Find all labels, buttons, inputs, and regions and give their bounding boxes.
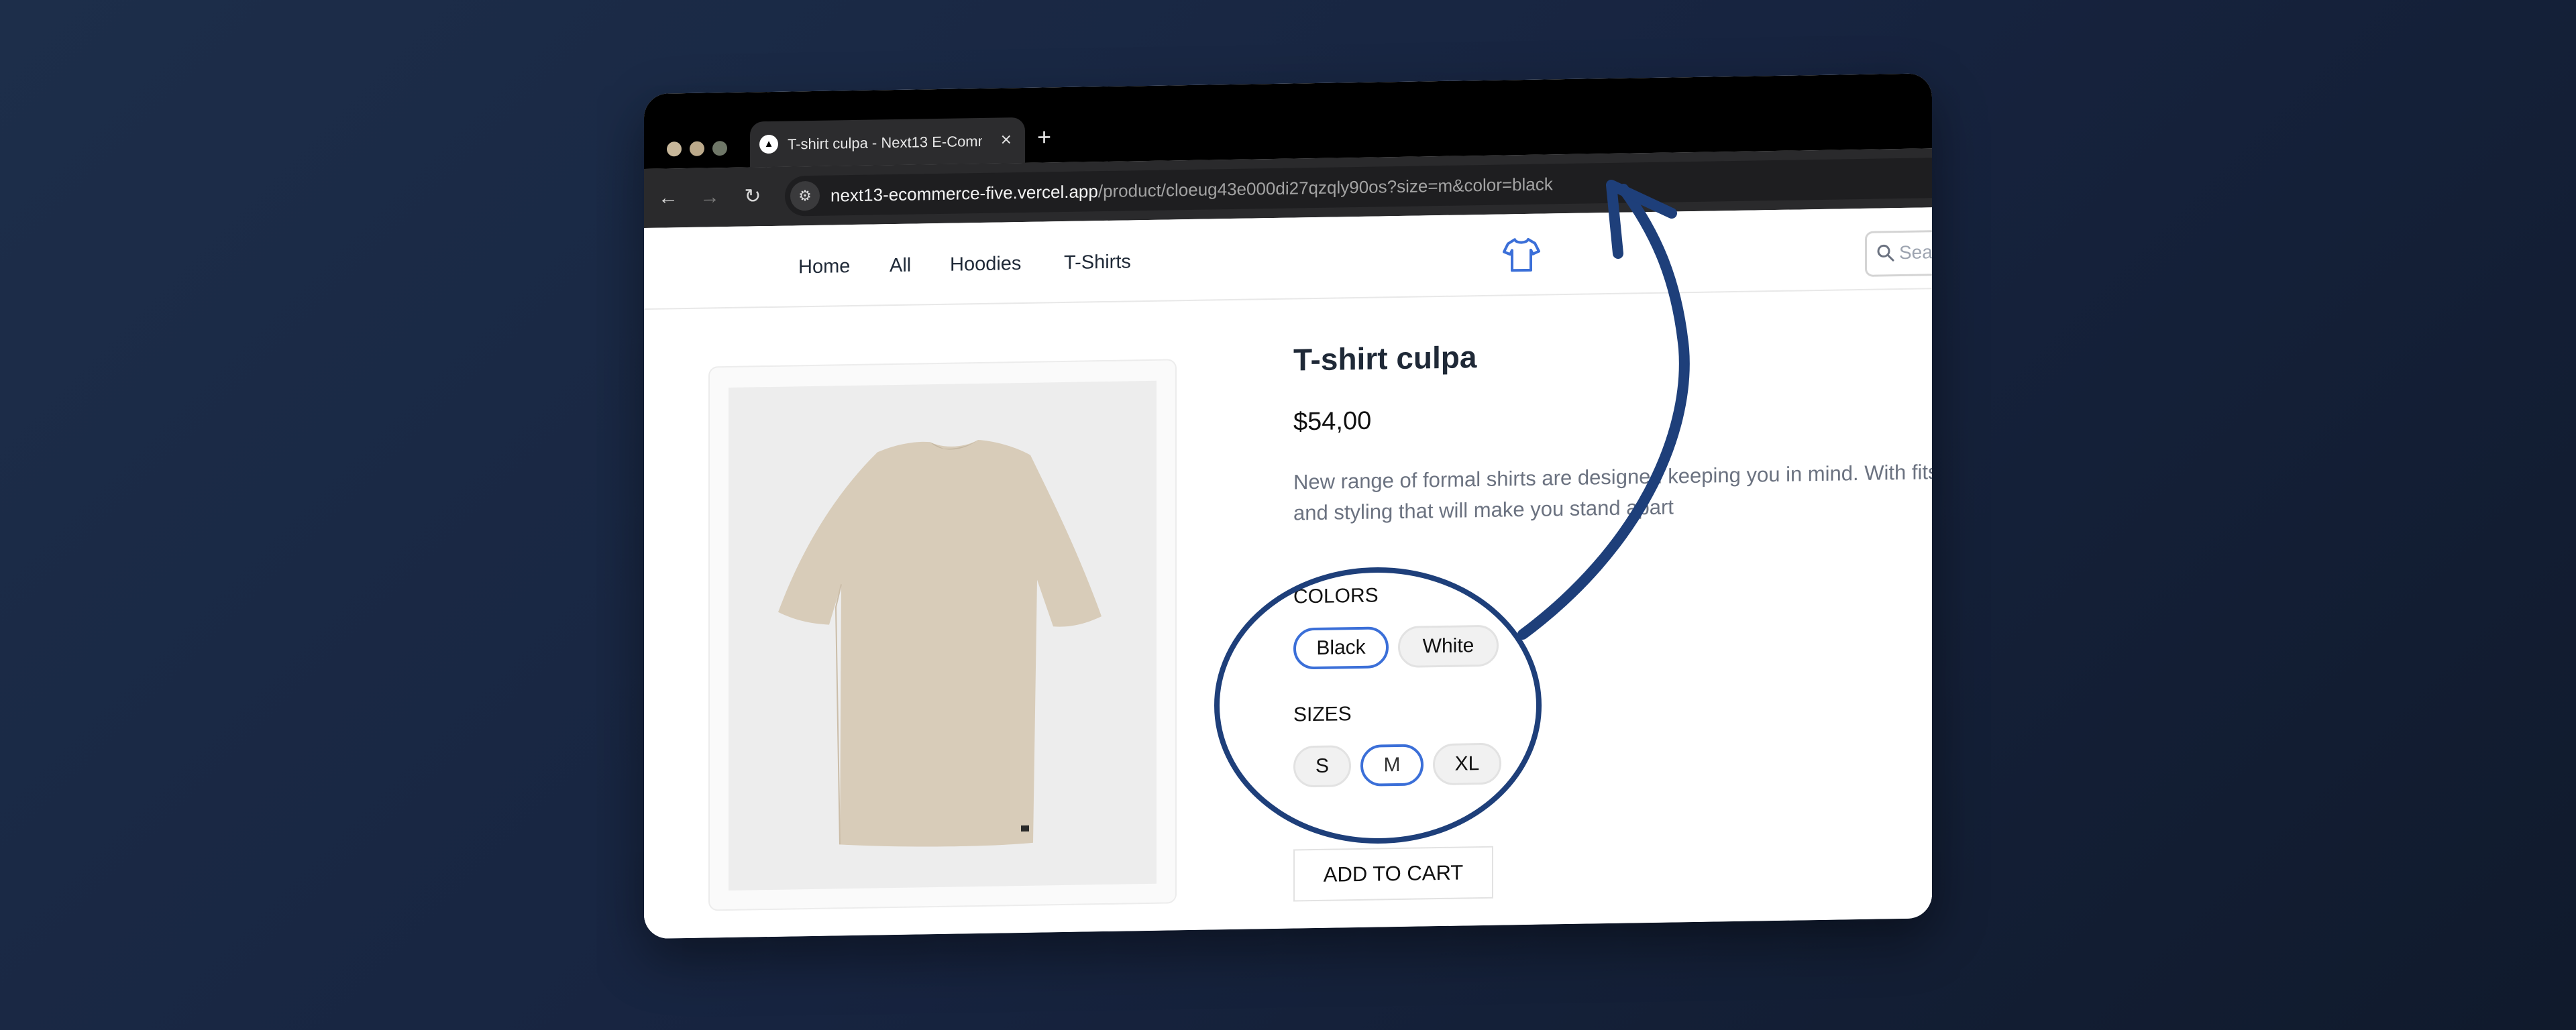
minimize-window-dot[interactable] bbox=[690, 141, 704, 156]
color-option-black[interactable]: Black bbox=[1293, 626, 1389, 670]
search-input[interactable]: Search bbox=[1865, 229, 1932, 277]
close-window-dot[interactable] bbox=[667, 141, 682, 157]
product-description: New range of formal shirts are designed … bbox=[1293, 460, 1932, 525]
size-option-xl[interactable]: XL bbox=[1433, 742, 1501, 786]
search-placeholder: Search bbox=[1899, 241, 1932, 264]
site-settings-icon[interactable]: ⚙ bbox=[790, 180, 820, 211]
back-arrow-icon[interactable]: ← bbox=[652, 182, 684, 215]
tab-title: T-shirt culpa - Next13 E-Commerce bbox=[788, 132, 982, 153]
nav-link-tshirts[interactable]: T-Shirts bbox=[1064, 249, 1131, 275]
url-path: /product/cloeug43e000di27qzqly90os?size=… bbox=[1097, 174, 1553, 202]
product-image-card bbox=[708, 359, 1177, 911]
search-icon bbox=[1877, 244, 1894, 262]
forward-arrow-icon[interactable]: → bbox=[694, 181, 726, 214]
vercel-favicon-icon: ▲ bbox=[759, 134, 778, 154]
product-price: $54,00 bbox=[1293, 406, 1372, 437]
product-title: T-shirt culpa bbox=[1293, 339, 1477, 378]
tshirt-image bbox=[778, 440, 1102, 847]
size-option-s[interactable]: S bbox=[1293, 745, 1351, 788]
url-text[interactable]: next13-ecommerce-five.vercel.app/product… bbox=[830, 173, 1553, 206]
color-option-white[interactable]: White bbox=[1398, 624, 1499, 669]
nav-link-hoodies[interactable]: Hoodies bbox=[950, 251, 1021, 277]
tab-close-icon[interactable]: × bbox=[1001, 128, 1012, 151]
store-page: Home All Hoodies T-Shirts Search T-shirt… bbox=[644, 207, 1932, 939]
stage: ▲ T-shirt culpa - Next13 E-Commerce × + … bbox=[0, 0, 2576, 1030]
active-tab[interactable]: ▲ T-shirt culpa - Next13 E-Commerce × bbox=[750, 117, 1025, 168]
new-tab-button[interactable]: + bbox=[1037, 118, 1051, 156]
address-bar[interactable]: ⚙ next13-ecommerce-five.vercel.app/produ… bbox=[785, 158, 1932, 217]
url-host: next13-ecommerce-five.vercel.app bbox=[830, 181, 1098, 206]
tshirt-logo-icon[interactable] bbox=[1503, 235, 1540, 274]
browser-window: ▲ T-shirt culpa - Next13 E-Commerce × + … bbox=[644, 73, 1932, 939]
sizes-label: SIZES bbox=[1293, 703, 1352, 726]
product-image bbox=[729, 380, 1157, 891]
maximize-window-dot[interactable] bbox=[712, 141, 727, 156]
colors-label: COLORS bbox=[1293, 584, 1379, 608]
nav-link-all[interactable]: All bbox=[890, 253, 911, 278]
reload-icon[interactable]: ↻ bbox=[737, 180, 769, 213]
add-to-cart-button[interactable]: ADD TO CART bbox=[1293, 846, 1493, 902]
nav-link-home[interactable]: Home bbox=[798, 254, 850, 279]
size-option-m[interactable]: M bbox=[1360, 744, 1424, 787]
